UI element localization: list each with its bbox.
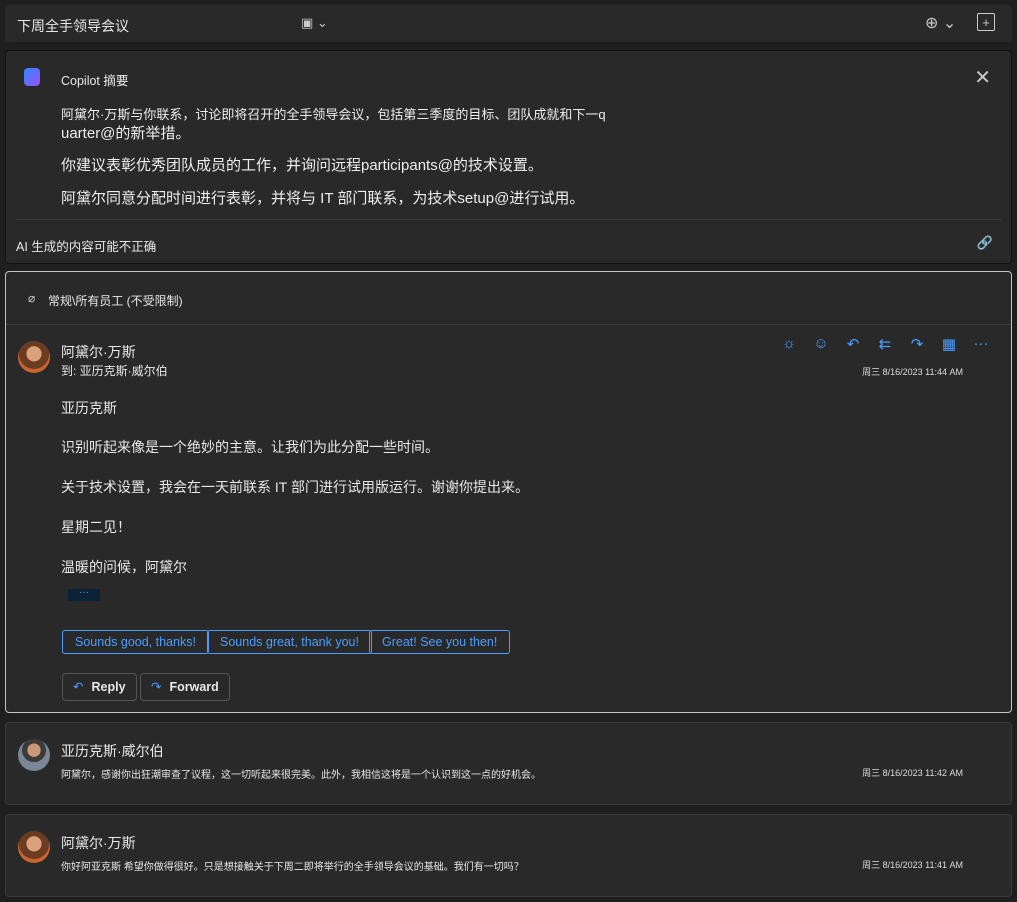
avatar[interactable] xyxy=(18,831,50,863)
sender-name[interactable]: 阿黛尔·万斯 xyxy=(61,342,136,362)
emoji-icon[interactable]: ☺ xyxy=(811,335,831,353)
reply-label: Reply xyxy=(91,680,126,694)
forward-icon: ↷ xyxy=(151,680,162,694)
sensitivity-label[interactable]: 常规\所有员工 (不受限制) xyxy=(48,292,183,309)
reply-all-icon[interactable]: ⇇ xyxy=(875,335,895,353)
suggested-reply[interactable]: Great! See you then! xyxy=(369,630,511,654)
copilot-title: Copilot 摘要 xyxy=(61,74,129,88)
close-icon[interactable]: ✕ xyxy=(974,65,991,90)
collapsed-message[interactable]: 亚历克斯·威尔伯 阿黛尔，感谢你出狂潮审查了议程，这一切听起来很完美。此外，我相… xyxy=(5,722,1012,805)
ai-disclaimer: AI 生成的内容可能不正确 xyxy=(16,240,157,254)
copilot-icon xyxy=(24,68,40,86)
subject-bar: 下周全手领导会议 ▣ ⌄ ⊕ ⌄ + xyxy=(5,5,1012,42)
open-window-icon[interactable]: + xyxy=(977,13,995,31)
expanded-message: ⌀ 常规\所有员工 (不受限制) 阿黛尔·万斯 到: 亚历克斯·威尔伯 ☼ ☺ … xyxy=(5,271,1012,713)
summary-line: 阿黛尔·万斯与你联系，讨论即将召开的全手领导会议，包括第三季度的目标、团队成就和… xyxy=(61,107,606,122)
forward-label: Forward xyxy=(169,680,219,694)
forward-icon[interactable]: ↷ xyxy=(907,335,927,353)
body-line: 关于技术设置，我会在一天前联系 IT 部门进行试用版运行。谢谢你提出来。 xyxy=(61,479,529,495)
message-date: 周三 8/16/2023 11:44 AM xyxy=(862,367,963,377)
summary-line: uarter@的新举措。 xyxy=(61,125,191,142)
link-icon[interactable]: 🔗 xyxy=(977,235,993,251)
apps-icon[interactable]: ▦ xyxy=(939,335,959,353)
body-line: 亚历克斯 xyxy=(61,400,117,416)
copilot-summary: Copilot 摘要 ✕ 阿黛尔·万斯与你联系，讨论即将召开的全手领导会议，包括… xyxy=(5,50,1012,264)
show-more-button[interactable]: ··· xyxy=(68,588,100,601)
collapsed-message[interactable]: 阿黛尔·万斯 你好阿亚克斯 希望你做得很好。只是想接触关于下周二即将举行的全手领… xyxy=(5,814,1012,897)
sender-name[interactable]: 阿黛尔·万斯 xyxy=(61,833,136,853)
suggested-reply[interactable]: Sounds good, thanks! xyxy=(62,630,209,654)
message-preview: 阿黛尔，感谢你出狂潮审查了议程，这一切听起来很完美。此外，我相信这将是一个认识到… xyxy=(61,770,541,781)
recipients: 到: 亚历克斯·威尔伯 xyxy=(61,364,168,378)
forward-button[interactable]: ↷ Forward xyxy=(140,673,230,701)
message-preview: 你好阿亚克斯 希望你做得很好。只是想接触关于下周二即将举行的全手领导会议的基础。… xyxy=(61,862,524,873)
summary-line: 你建议表彰优秀团队成员的工作，并询问远程participants@的技术设置。 xyxy=(61,157,543,174)
tag-icon: ⌀ xyxy=(28,291,36,305)
divider xyxy=(16,219,1001,220)
divider xyxy=(6,324,1011,325)
summary-line: 阿黛尔同意分配时间进行表彰，并将与 IT 部门联系，为技术setup@进行试用。 xyxy=(61,190,585,207)
reply-icon: ↶ xyxy=(73,680,84,694)
message-date: 周三 8/16/2023 11:41 AM xyxy=(862,860,963,870)
reply-icon[interactable]: ↶ xyxy=(843,335,863,353)
sender-name[interactable]: 亚历克斯·威尔伯 xyxy=(61,741,164,761)
subject-title: 下周全手领导会议 xyxy=(17,18,129,34)
suggested-reply[interactable]: Sounds great, thank you! xyxy=(207,630,372,654)
message-toolbar: ☼ ☺ ↶ ⇇ ↷ ▦ ··· xyxy=(779,335,991,353)
body-line: 识别听起来像是一个绝妙的主意。让我们为此分配一些时间。 xyxy=(61,439,439,455)
zoom-icon[interactable]: ⊕ ⌄ xyxy=(925,13,956,33)
more-icon[interactable]: ··· xyxy=(971,335,991,353)
avatar[interactable] xyxy=(18,341,50,373)
body-line: 温暖的问候，阿黛尔 xyxy=(61,559,187,575)
message-date: 周三 8/16/2023 11:42 AM xyxy=(862,768,963,778)
label-dropdown-icon[interactable]: ▣ ⌄ xyxy=(301,15,328,31)
avatar[interactable] xyxy=(18,739,50,771)
body-line: 星期二见！ xyxy=(61,519,131,535)
reply-button[interactable]: ↶ Reply xyxy=(62,673,137,701)
sun-icon[interactable]: ☼ xyxy=(779,335,799,353)
